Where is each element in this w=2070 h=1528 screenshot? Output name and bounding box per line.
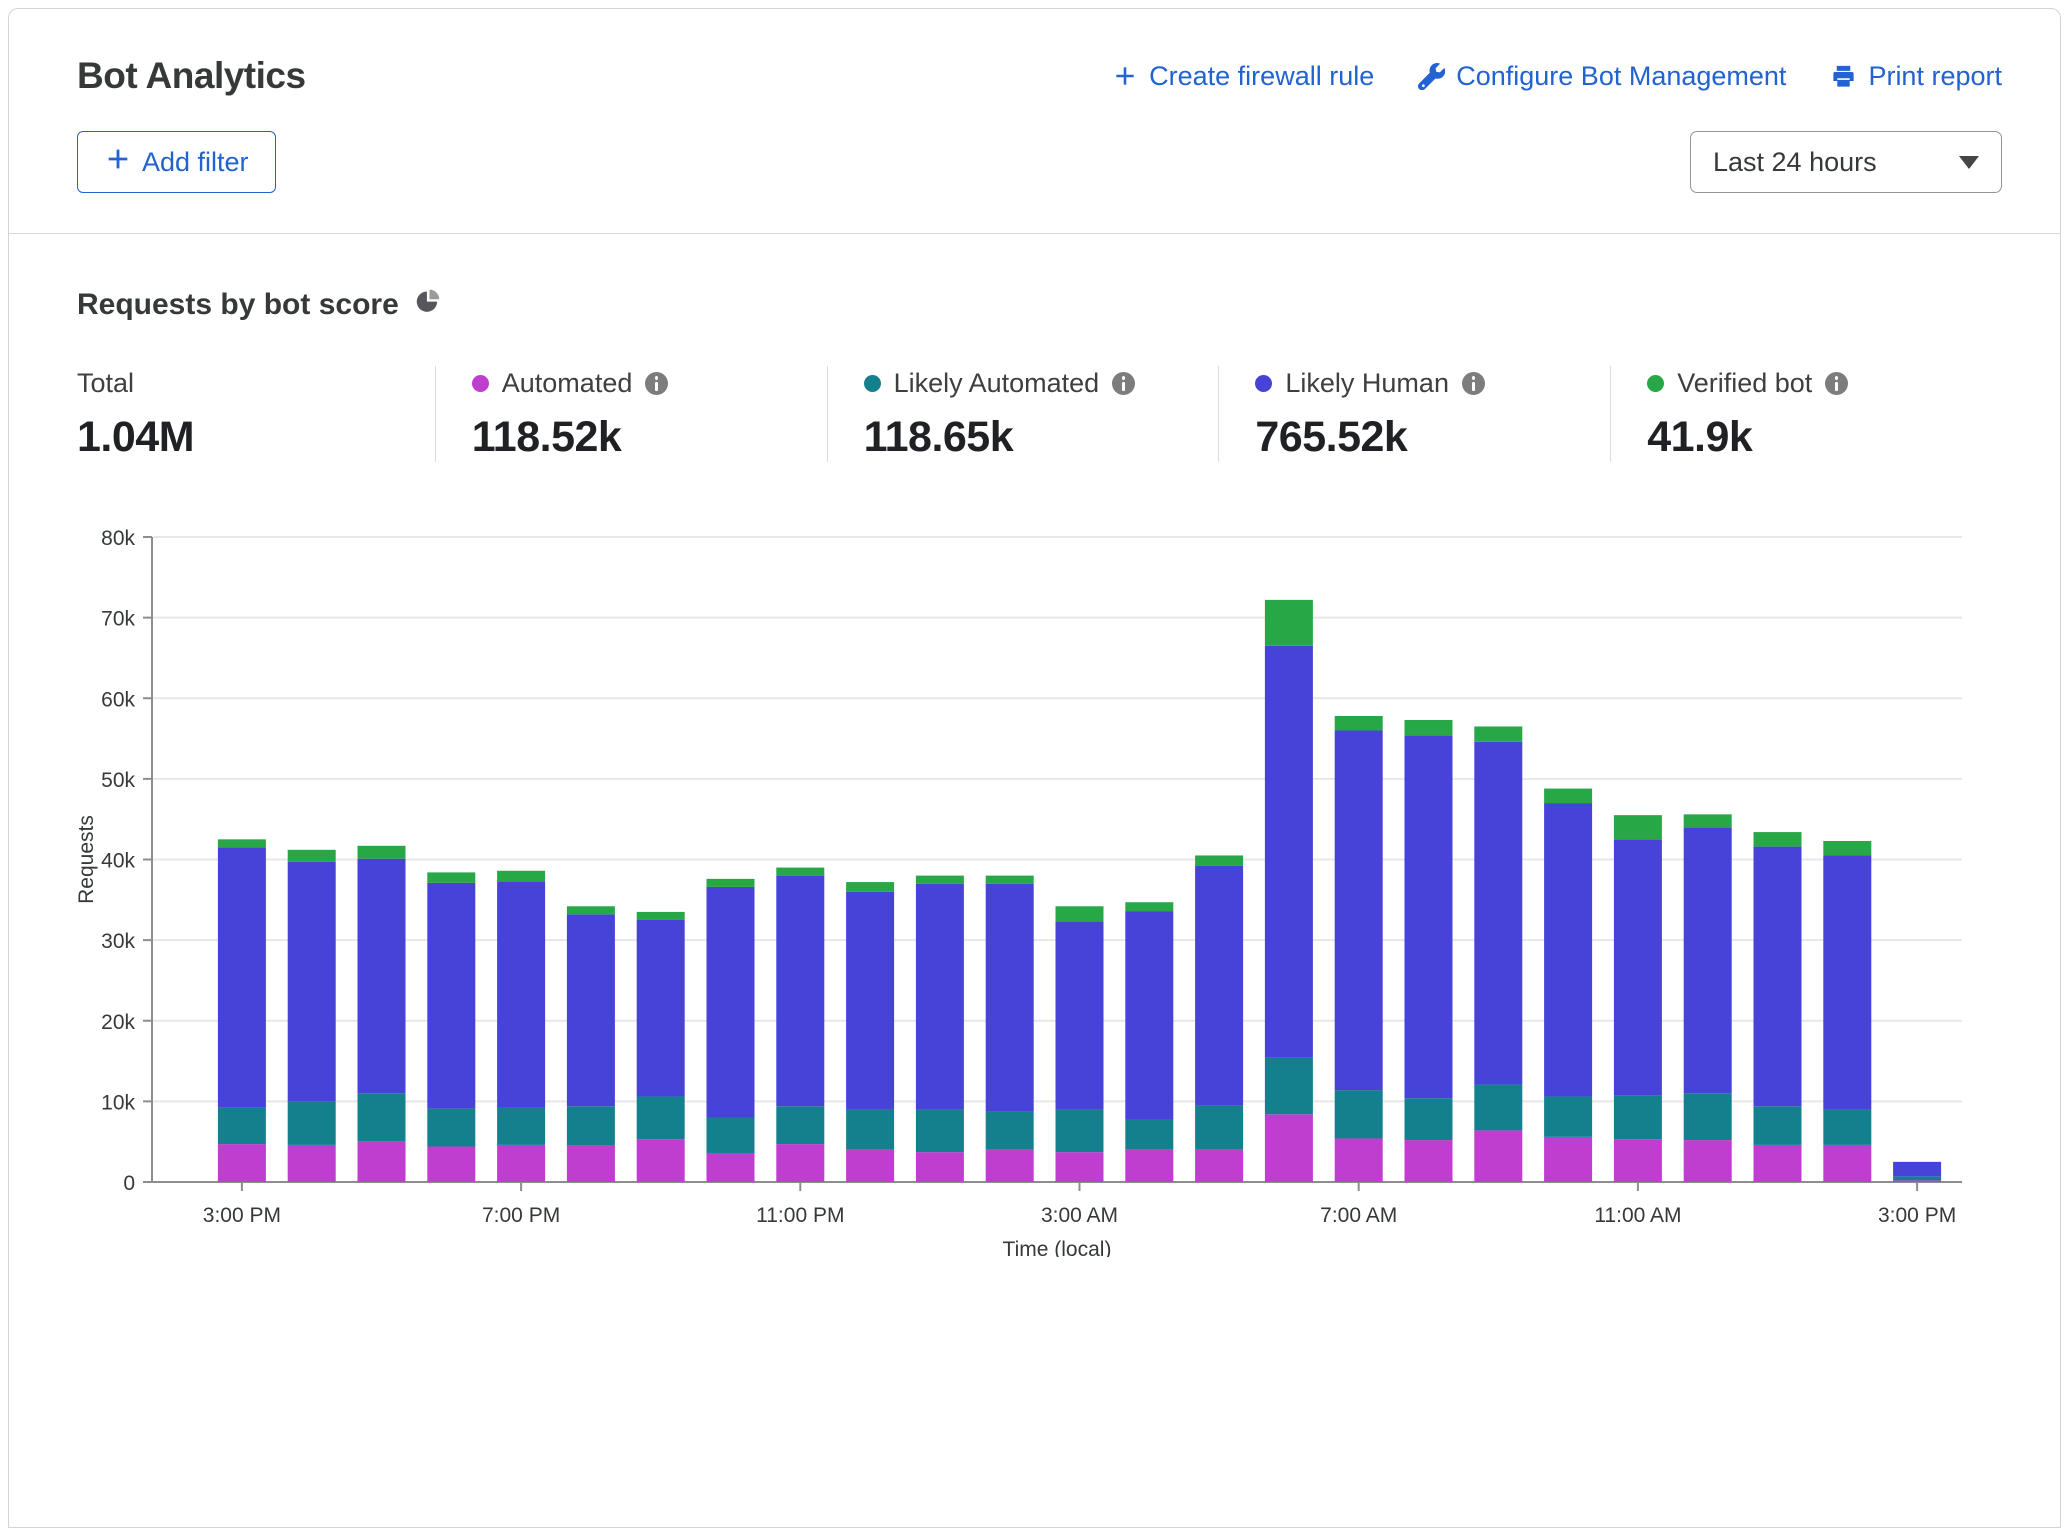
info-icon[interactable] — [1112, 372, 1135, 395]
stat-value: 118.52k — [472, 413, 827, 462]
stat-value: 1.04M — [77, 413, 435, 462]
svg-text:7:00 AM: 7:00 AM — [1320, 1204, 1397, 1227]
stat-value: 41.9k — [1647, 413, 2002, 462]
time-range-value: Last 24 hours — [1713, 147, 1877, 178]
requests-by-bot-score-section: Requests by bot score Total 1.04M Automa… — [9, 288, 2060, 1257]
automated-dot — [472, 375, 489, 392]
stat-total: Total 1.04M — [77, 366, 435, 462]
info-icon[interactable] — [1462, 372, 1485, 395]
bot-analytics-card: Bot Analytics Create firewall rule Confi… — [8, 8, 2061, 1528]
time-range-select[interactable]: Last 24 hours — [1690, 131, 2002, 193]
likely-automated-dot — [864, 375, 881, 392]
stat-label: Likely Human — [1285, 368, 1449, 399]
svg-text:Time (local): Time (local) — [1003, 1238, 1112, 1257]
printer-icon — [1830, 63, 1857, 90]
svg-text:3:00 PM: 3:00 PM — [203, 1204, 281, 1227]
svg-text:70k: 70k — [101, 608, 135, 631]
svg-text:20k: 20k — [101, 1011, 135, 1034]
svg-text:7:00 PM: 7:00 PM — [482, 1204, 560, 1227]
header-divider — [9, 233, 2060, 234]
svg-text:50k: 50k — [101, 769, 135, 792]
filter-row: Add filter Last 24 hours — [9, 97, 2060, 193]
stat-likely-automated: Likely Automated 118.65k — [827, 366, 1219, 462]
page-title: Bot Analytics — [77, 55, 306, 97]
stats-row: Total 1.04M Automated 118.52k Likely Aut… — [77, 366, 2002, 462]
stat-value: 765.52k — [1255, 413, 1610, 462]
stat-label: Automated — [502, 368, 633, 399]
action-label: Create firewall rule — [1149, 61, 1374, 92]
chevron-down-icon — [1959, 156, 1979, 169]
pie-chart-icon — [415, 288, 441, 322]
plus-icon — [104, 145, 132, 180]
likely-human-dot — [1255, 375, 1272, 392]
svg-text:11:00 AM: 11:00 AM — [1594, 1204, 1681, 1227]
svg-text:11:00 PM: 11:00 PM — [756, 1204, 844, 1227]
info-icon[interactable] — [645, 372, 668, 395]
stat-likely-human: Likely Human 765.52k — [1218, 366, 1610, 462]
svg-text:3:00 AM: 3:00 AM — [1041, 1204, 1118, 1227]
add-filter-button[interactable]: Add filter — [77, 131, 276, 193]
svg-text:3:00 PM: 3:00 PM — [1878, 1204, 1956, 1227]
header-actions: Create firewall rule Configure Bot Manag… — [1112, 61, 2002, 92]
stat-automated: Automated 118.52k — [435, 366, 827, 462]
svg-text:0: 0 — [123, 1172, 135, 1195]
stat-value: 118.65k — [864, 413, 1219, 462]
svg-text:10k: 10k — [101, 1091, 135, 1114]
wrench-icon — [1418, 63, 1445, 90]
header: Bot Analytics Create firewall rule Confi… — [9, 9, 2060, 97]
svg-text:60k: 60k — [101, 688, 135, 711]
create-firewall-rule-link[interactable]: Create firewall rule — [1112, 61, 1374, 92]
action-label: Print report — [1868, 61, 2002, 92]
stat-label: Total — [77, 368, 134, 399]
svg-text:Requests: Requests — [77, 815, 98, 904]
configure-bot-management-link[interactable]: Configure Bot Management — [1418, 61, 1786, 92]
svg-text:40k: 40k — [101, 850, 135, 873]
section-title-row: Requests by bot score — [77, 288, 2002, 322]
stat-label: Likely Automated — [894, 368, 1100, 399]
svg-text:30k: 30k — [101, 930, 135, 953]
plus-icon — [1112, 63, 1138, 89]
stat-label: Verified bot — [1677, 368, 1812, 399]
section-title: Requests by bot score — [77, 288, 399, 322]
print-report-link[interactable]: Print report — [1830, 61, 2002, 92]
action-label: Configure Bot Management — [1456, 61, 1786, 92]
verified-bot-dot — [1647, 375, 1664, 392]
stat-verified-bot: Verified bot 41.9k — [1610, 366, 2002, 462]
add-filter-label: Add filter — [142, 147, 249, 178]
svg-text:80k: 80k — [101, 527, 135, 550]
info-icon[interactable] — [1825, 372, 1848, 395]
requests-by-bot-score-chart: 0 10k 20k 30k 40k 50k 60k 70k 80k 3:00 PM 7:00 PM 1… — [77, 512, 1997, 1257]
